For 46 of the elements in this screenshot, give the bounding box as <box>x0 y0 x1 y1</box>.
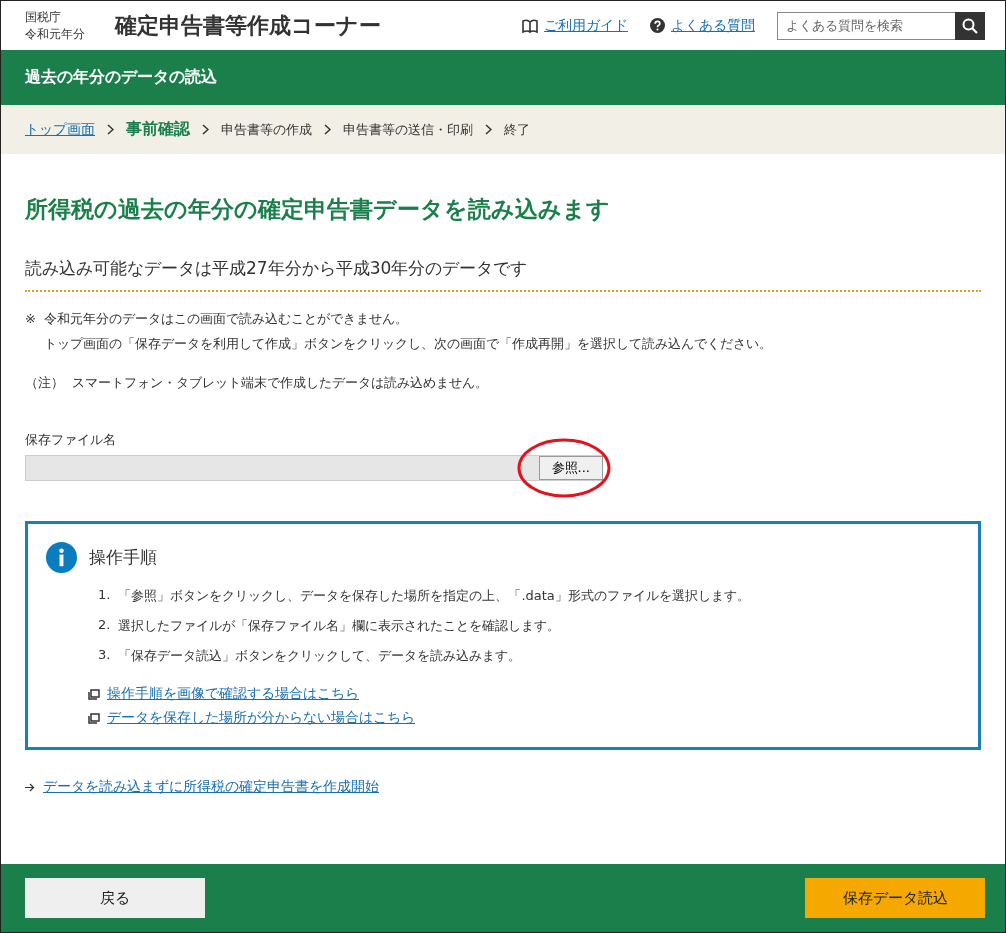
panel-title: 操作手順 <box>89 546 157 569</box>
file-name-field[interactable]: 参照... <box>25 455 603 481</box>
note-mark: （注） <box>25 374 64 392</box>
skip-link[interactable]: データを読み込まずに所得税の確定申告書を作成開始 <box>43 778 379 796</box>
breadcrumb-link[interactable]: トップ画面 <box>25 120 95 139</box>
browse-button[interactable]: 参照... <box>538 456 603 480</box>
load-data-button[interactable]: 保存データ読込 <box>805 878 985 918</box>
back-button[interactable]: 戻る <box>25 878 205 918</box>
breadcrumb-step: 終了 <box>504 120 530 139</box>
info-icon <box>46 542 77 573</box>
chevron-icon <box>324 124 331 135</box>
help-link[interactable]: 操作手順を画像で確認する場合はこちら <box>107 685 359 703</box>
note-mark: ※ <box>25 310 36 328</box>
header-link[interactable]: ご利用ガイド <box>544 16 628 35</box>
step-text: 「保存データ読込」ボタンをクリックして、データを読み込みます。 <box>118 647 522 665</box>
note-text: スマートフォン・タブレット端末で作成したデータは読み込めません。 <box>72 374 488 392</box>
step-number: 1. <box>98 587 111 604</box>
breadcrumb-step: 申告書等の作成 <box>221 120 312 139</box>
new-window-icon <box>88 712 100 724</box>
step-text: 「参照」ボタンをクリックし、データを保存した場所を指定の上、「.data」形式のファイルを選択します。 <box>118 587 750 605</box>
search-icon <box>962 17 978 34</box>
step-number: 2. <box>98 617 111 634</box>
search-field[interactable]: よくある質問を検索 <box>777 11 955 40</box>
page-title: 過去の年分のデータの読込 <box>25 67 217 88</box>
help-icon <box>650 18 665 33</box>
site-title: 確定申告書等作成コーナー <box>115 11 381 40</box>
note-text: トップ画面の「保存データを利用して作成」ボタンをクリックし、次の画面で「作成再開」を選択して読み込んでください。 <box>43 335 772 353</box>
subheading: 読み込み可能なデータは平成27年分から平成30年分のデータです <box>25 257 981 292</box>
main-heading: 所得税の過去の年分の確定申告書データを読み込みます <box>25 195 611 224</box>
step-text: 選択したファイルが「保存ファイル名」欄に表示されたことを確認します。 <box>118 617 561 635</box>
tax-year: 令和元年分 <box>25 25 85 43</box>
breadcrumb-current: 事前確認 <box>126 119 190 140</box>
new-window-icon <box>88 688 100 700</box>
book-icon <box>522 18 538 33</box>
arrow-icon <box>25 782 35 792</box>
step-number: 3. <box>98 647 111 664</box>
help-link[interactable]: データを保存した場所が分からない場合はこちら <box>107 709 415 727</box>
field-label: 保存ファイル名 <box>25 431 117 449</box>
note-text: 令和元年分のデータはこの画面で読み込むことができません。 <box>43 310 409 328</box>
chevron-icon <box>107 124 114 135</box>
chevron-icon <box>202 124 209 135</box>
agency-name: 国税庁 <box>25 8 62 26</box>
breadcrumb-step: 申告書等の送信・印刷 <box>343 120 473 139</box>
chevron-icon <box>485 124 492 135</box>
search-button[interactable] <box>955 11 985 40</box>
header-link[interactable]: よくある質問 <box>671 16 755 35</box>
